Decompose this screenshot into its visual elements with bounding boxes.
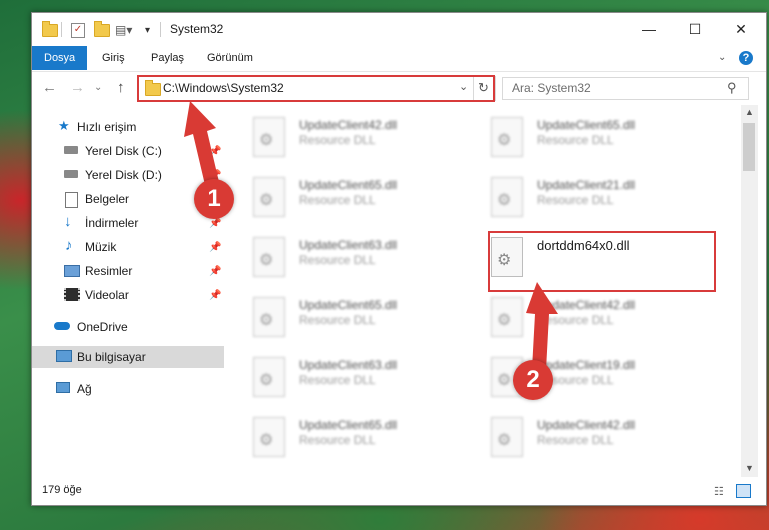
arrow-1 bbox=[184, 101, 219, 185]
annotation-arrows bbox=[184, 101, 558, 370]
step-2-badge: 2 bbox=[513, 360, 553, 400]
arrow-2 bbox=[526, 282, 558, 370]
step-1-badge: 1 bbox=[194, 179, 234, 219]
